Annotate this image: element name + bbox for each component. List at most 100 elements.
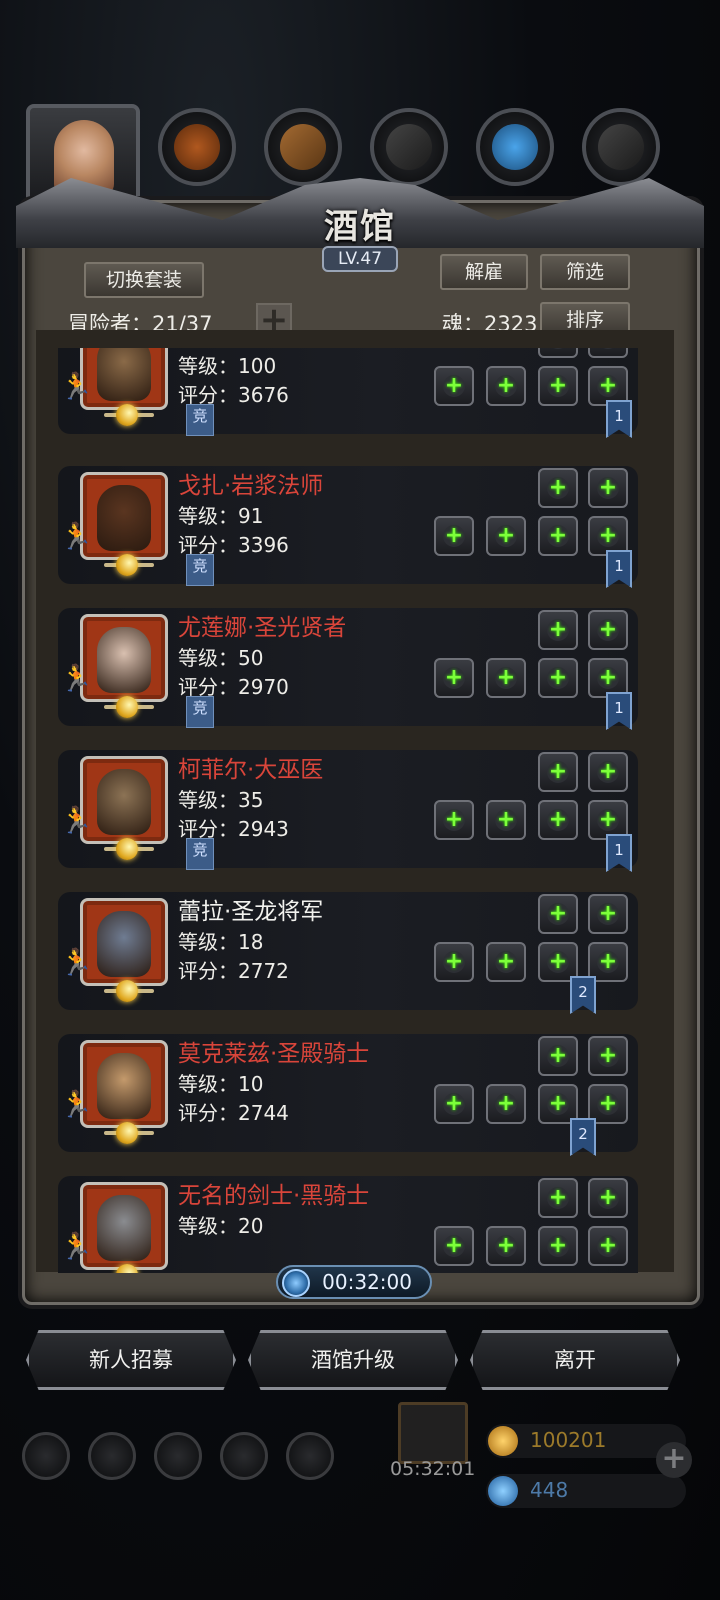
equipment-slot-button[interactable]: +: [434, 1226, 474, 1266]
equipment-slot-button[interactable]: +: [486, 1084, 526, 1124]
hero-name: 戈扎·岩浆法师: [178, 473, 324, 499]
equipment-slot-button[interactable]: +: [588, 1178, 628, 1218]
equipment-slot-icon[interactable]: [476, 108, 554, 186]
equipment-slot-button[interactable]: +: [486, 366, 526, 406]
hero-portrait[interactable]: [80, 1182, 168, 1270]
equipment-slot-button[interactable]: +: [434, 516, 474, 556]
hero-card[interactable]: 🏃 无名的剑士·黑骑士 等级：20 + + + + + +: [58, 1176, 638, 1273]
equipment-slot-button[interactable]: +: [538, 894, 578, 934]
hero-portrait[interactable]: [80, 614, 168, 702]
menu-icon[interactable]: [286, 1432, 334, 1480]
gold-icon: [488, 1426, 518, 1456]
hero-portrait[interactable]: [80, 348, 168, 410]
equipment-slot-icon[interactable]: [158, 108, 236, 186]
hero-portrait[interactable]: [80, 898, 168, 986]
add-equipment-icon: +: [597, 949, 619, 974]
dismiss-button[interactable]: 解雇: [440, 254, 528, 290]
add-equipment-icon: +: [547, 523, 569, 548]
equipment-slot-button[interactable]: +: [434, 658, 474, 698]
add-gems-button[interactable]: +: [656, 1442, 692, 1478]
equipment-slot-button[interactable]: +: [538, 752, 578, 792]
equipment-slot-button[interactable]: +: [538, 800, 578, 840]
equipment-slot-button[interactable]: +: [434, 366, 474, 406]
hero-name: 无名的剑士·黑骑士: [178, 1183, 370, 1209]
tavern-upgrade-button[interactable]: 酒馆升级: [248, 1330, 458, 1390]
hero-card[interactable]: 🏃 尤莲娜·圣光贤者 等级：50 评分：2970 + + + + + +: [58, 608, 638, 726]
equipment-slot-icon[interactable]: [582, 108, 660, 186]
equipment-slot-button[interactable]: +: [588, 1226, 628, 1266]
equipment-slot-button[interactable]: +: [588, 348, 628, 358]
equipment-slot-button[interactable]: +: [486, 942, 526, 982]
mail-icon[interactable]: [220, 1432, 268, 1480]
add-equipment-icon: +: [547, 759, 569, 784]
arena-badge: 竞: [186, 554, 214, 586]
hero-card[interactable]: 🏃贝恩古斯·狂战神等级：100评分：3676++++++: [58, 348, 638, 434]
equipment-slot-button[interactable]: +: [538, 366, 578, 406]
leave-button[interactable]: 离开: [470, 1330, 680, 1390]
gem-icon: [488, 1476, 518, 1506]
refresh-timer: 00:32:00: [276, 1265, 432, 1299]
equipment-slot-button[interactable]: +: [486, 1226, 526, 1266]
runner-icon: 🏃: [60, 372, 93, 402]
hero-card[interactable]: 🏃 蕾拉·圣龙将军 等级：18 评分：2772 + + + + + +: [58, 892, 638, 1010]
runner-icon: 🏃: [60, 806, 93, 836]
menu-icon[interactable]: [22, 1432, 70, 1480]
add-equipment-icon: +: [547, 807, 569, 832]
equipment-slot-button[interactable]: +: [434, 800, 474, 840]
add-equipment-icon: +: [547, 348, 569, 349]
hero-name: 蕾拉·圣龙将军: [178, 899, 324, 925]
hero-card[interactable]: 🏃 柯菲尔·大巫医 等级：35 评分：2943 + + + + + +: [58, 750, 638, 868]
equipment-slot-button[interactable]: +: [486, 658, 526, 698]
add-equipment-icon: +: [597, 617, 619, 642]
moon-icon: [116, 838, 138, 860]
add-equipment-icon: +: [547, 1185, 569, 1210]
add-equipment-icon: +: [547, 949, 569, 974]
equipment-slot-button[interactable]: +: [588, 1036, 628, 1076]
equipment-slot-button[interactable]: +: [538, 610, 578, 650]
equipment-slot-button[interactable]: +: [538, 1226, 578, 1266]
hero-portrait[interactable]: [80, 1040, 168, 1128]
equipment-slot-button[interactable]: +: [538, 1036, 578, 1076]
menu-icon[interactable]: [154, 1432, 202, 1480]
hero-score: 评分：2744: [178, 1101, 289, 1125]
add-equipment-icon: +: [597, 665, 619, 690]
refresh-timer-text: 00:32:00: [322, 1270, 412, 1294]
equipment-slot-button[interactable]: +: [434, 942, 474, 982]
hero-portrait[interactable]: [80, 472, 168, 560]
equipment-slot-button[interactable]: +: [538, 348, 578, 358]
runner-icon: 🏃: [60, 1090, 93, 1120]
equipment-slot-button[interactable]: +: [486, 516, 526, 556]
equipment-slot-button[interactable]: +: [538, 658, 578, 698]
gift-icon[interactable]: [398, 1402, 468, 1464]
hero-card[interactable]: 🏃 戈扎·岩浆法师 等级：91 评分：3396 + + + + + +: [58, 466, 638, 584]
equipment-slot-button[interactable]: +: [588, 752, 628, 792]
equipment-slot-button[interactable]: +: [588, 894, 628, 934]
add-equipment-icon: +: [597, 373, 619, 398]
equipment-slot-button[interactable]: +: [538, 1178, 578, 1218]
hero-list[interactable]: 🏃贝恩古斯·狂战神等级：100评分：3676++++++竞1🏃戈扎·岩浆法师等级…: [36, 348, 672, 1273]
equipment-slot-icon[interactable]: [264, 108, 342, 186]
add-equipment-icon: +: [597, 1043, 619, 1068]
recruit-button[interactable]: 新人招募: [26, 1330, 236, 1390]
hero-portrait[interactable]: [80, 756, 168, 844]
switch-outfit-button[interactable]: 切换套装: [84, 262, 204, 298]
hero-level: 等级：10: [178, 1072, 264, 1096]
tavern-level-badge: LV.47: [322, 246, 398, 272]
menu-icon[interactable]: [88, 1432, 136, 1480]
add-equipment-icon: +: [547, 1233, 569, 1258]
equipment-slot-icon[interactable]: [370, 108, 448, 186]
hero-card[interactable]: 🏃 莫克莱兹·圣殿骑士 等级：10 评分：2744 + + + + + +: [58, 1034, 638, 1152]
equipment-slot-button[interactable]: +: [486, 800, 526, 840]
equipment-slot-button[interactable]: +: [588, 468, 628, 508]
panel-title: 酒馆: [324, 207, 396, 247]
equipment-slot-button[interactable]: +: [588, 610, 628, 650]
arena-badge: 竞: [186, 404, 214, 436]
equipment-slot-button[interactable]: +: [434, 1084, 474, 1124]
add-equipment-icon: +: [443, 1233, 465, 1258]
equipment-slot-button[interactable]: +: [538, 516, 578, 556]
moon-icon: [116, 1122, 138, 1144]
filter-button[interactable]: 筛选: [540, 254, 630, 290]
equipment-slot-button[interactable]: +: [538, 468, 578, 508]
add-equipment-icon: +: [547, 901, 569, 926]
add-equipment-icon: +: [597, 348, 619, 349]
